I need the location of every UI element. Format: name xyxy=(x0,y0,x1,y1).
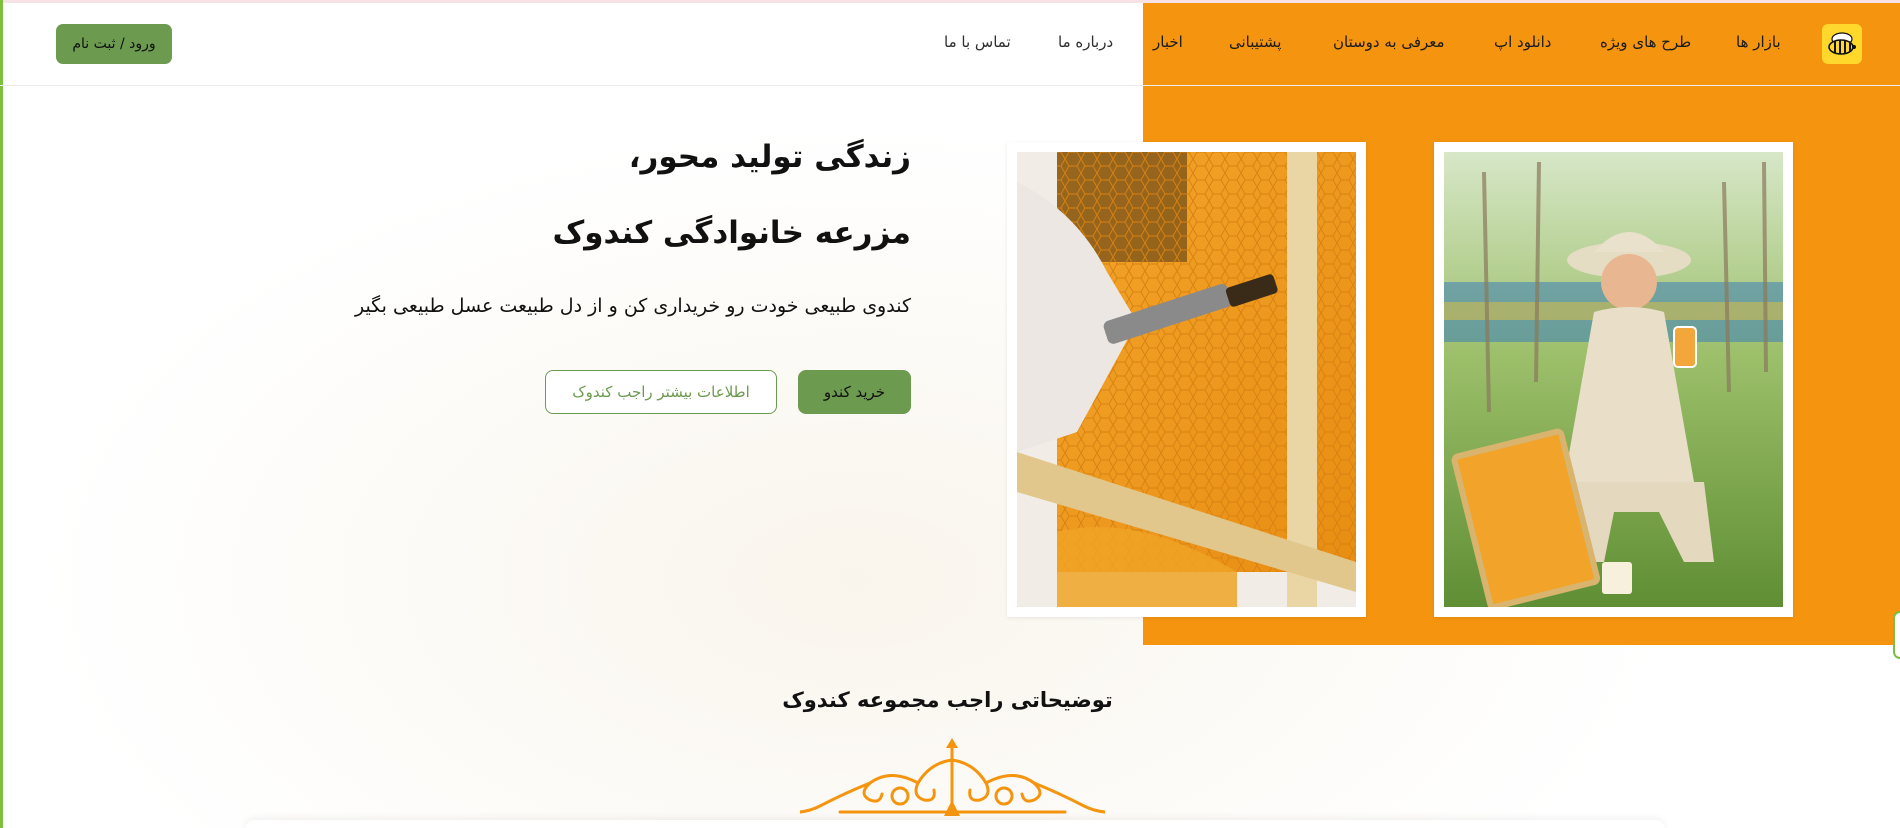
beekeeper-photo xyxy=(1434,142,1793,617)
more-info-button[interactable]: اطلاعات بیشتر راجب کندوک xyxy=(545,370,777,414)
bee-logo-icon[interactable] xyxy=(1822,24,1862,64)
site-header: بازار ها طرح های ویژه دانلود اپ معرفی به… xyxy=(0,3,1900,86)
page: بازار ها طرح های ویژه دانلود اپ معرفی به… xyxy=(0,0,1900,828)
hero-subtitle: کندوی طبیعی خودت رو خریداری کن و از دل ط… xyxy=(354,295,911,317)
hero-title-line1: زندگی تولید محور، xyxy=(628,139,911,175)
nav-refer-friends[interactable]: معرفی به دوستان xyxy=(1333,33,1445,51)
nav-support[interactable]: پشتیبانی xyxy=(1229,33,1281,51)
buy-hive-button[interactable]: خرید کندو xyxy=(798,370,911,414)
content-card xyxy=(245,820,1665,828)
nav-download-app[interactable]: دانلود اپ xyxy=(1494,33,1551,51)
ornament-divider-icon xyxy=(798,738,1107,824)
nav-about-us[interactable]: درباره ما xyxy=(1058,33,1113,51)
side-chat-tab[interactable] xyxy=(1893,611,1900,659)
hero-title-line2: مزرعه خانوادگی کندوک xyxy=(552,215,911,251)
section-title: توضیحاتی راجب مجموعه کندوک xyxy=(782,688,1113,712)
honeycomb-photo xyxy=(1007,142,1366,617)
nav-contact-us[interactable]: تماس با ما xyxy=(944,33,1011,51)
login-register-button[interactable]: ورود / ثبت نام xyxy=(56,24,172,64)
nav-special-plans[interactable]: طرح های ویژه xyxy=(1600,33,1691,51)
nav-news[interactable]: اخبار xyxy=(1153,33,1183,51)
nav-markets[interactable]: بازار ها xyxy=(1736,33,1781,51)
